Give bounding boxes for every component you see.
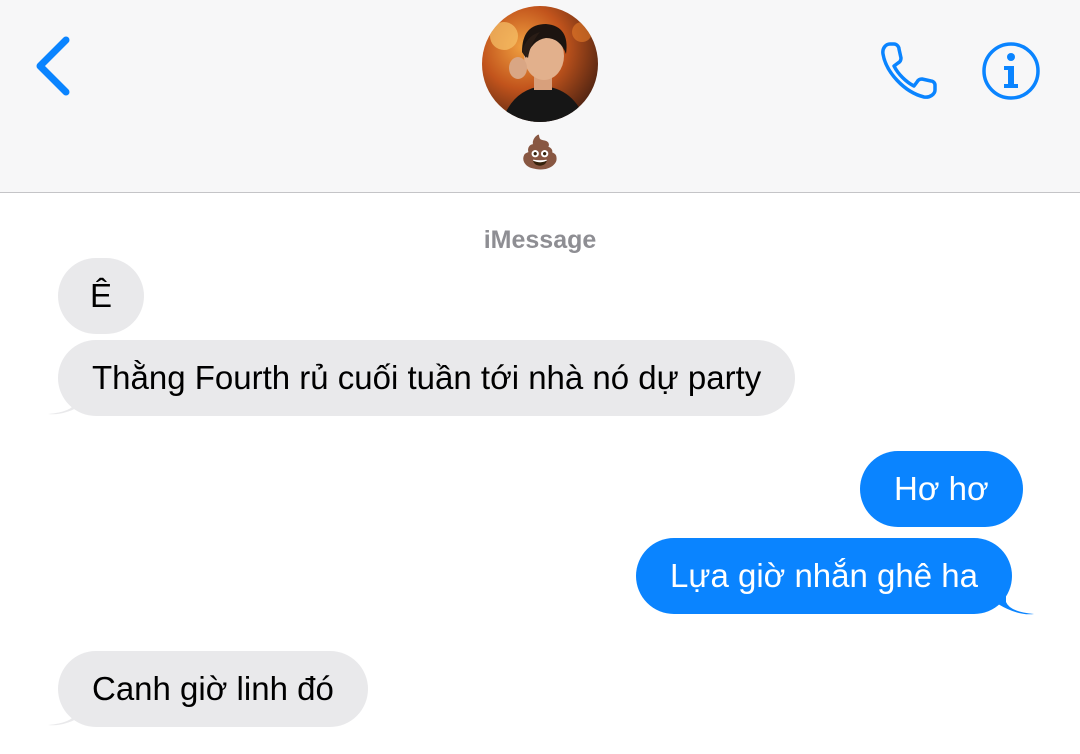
message-bubble-outgoing[interactable]: Lựa giờ nhắn ghê ha	[636, 538, 1012, 614]
phone-icon	[876, 42, 942, 108]
message-bubble-outgoing[interactable]: Hơ hơ	[860, 451, 1023, 527]
message-text: Ê	[89, 277, 112, 314]
contact-avatar[interactable]	[482, 6, 598, 122]
messages-screen: 💩 iMessage Ê Thằng Fourth rủ cuối tuần t…	[0, 0, 1080, 754]
message-bubble-incoming[interactable]: Ê	[58, 258, 144, 334]
conversation-header: 💩	[0, 0, 1080, 193]
chevron-left-icon	[28, 36, 84, 104]
service-label: iMessage	[483, 226, 597, 254]
message-text: Lựa giờ nhắn ghê ha	[670, 557, 978, 594]
info-button[interactable]	[980, 40, 1042, 102]
message-bubble-incoming[interactable]: Canh giờ linh đó	[58, 651, 368, 727]
back-button[interactable]	[28, 32, 84, 100]
info-icon	[980, 42, 1042, 106]
message-text: Canh giờ linh đó	[92, 670, 334, 707]
message-text: Hơ hơ	[894, 470, 989, 507]
contact-name[interactable]: 💩	[0, 132, 1080, 172]
message-bubble-incoming[interactable]: Thằng Fourth rủ cuối tuần tới nhà nó dự …	[58, 340, 796, 416]
message-text: Thằng Fourth rủ cuối tuần tới nhà nó dự …	[92, 359, 762, 396]
call-button[interactable]	[876, 38, 942, 104]
